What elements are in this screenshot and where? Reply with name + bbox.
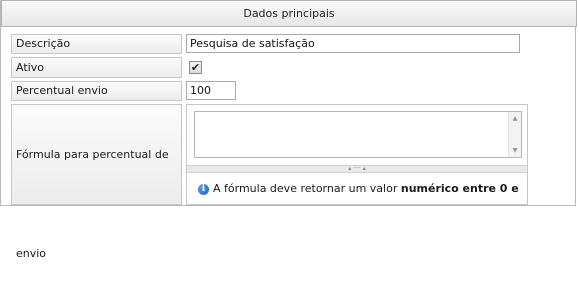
- info-icon: i: [198, 183, 209, 195]
- descricao-label: Descrição: [11, 34, 182, 54]
- scroll-up-icon[interactable]: ▲: [509, 114, 521, 123]
- main-data-panel: Dados principais Descrição Pesquisa de s…: [0, 0, 577, 260]
- formula-label: Fórmula para percentual de envio: [11, 104, 182, 260]
- info-text-bold: numérico entre 0 e 100: [400, 182, 523, 195]
- formula-textarea[interactable]: ▲ ▼: [194, 111, 522, 158]
- formula-editor: ▲ ▼ ▴ ···· ▴ i A fórmula deve retornar um…: [186, 104, 528, 205]
- formula-scrollbar[interactable]: ▲ ▼: [508, 112, 521, 157]
- info-text-prefix: A fórmula deve retornar um valor: [213, 182, 401, 195]
- resize-splitter[interactable]: ▴ ···· ▴: [187, 165, 527, 173]
- ativo-checkbox[interactable]: ✔: [189, 61, 202, 74]
- descricao-input[interactable]: Pesquisa de satisfação: [186, 34, 520, 53]
- formula-info-message: i A fórmula deve retornar um valor numéri…: [198, 181, 523, 197]
- percentual-label: Percentual envio: [11, 81, 182, 101]
- ativo-label: Ativo: [11, 57, 182, 78]
- check-icon: ✔: [190, 61, 201, 74]
- splitter-grip-icon: ▴ ···· ▴: [348, 165, 366, 172]
- scroll-down-icon[interactable]: ▼: [509, 146, 521, 155]
- percentual-input[interactable]: 100: [186, 81, 236, 100]
- panel-title: Dados principais: [1, 0, 577, 27]
